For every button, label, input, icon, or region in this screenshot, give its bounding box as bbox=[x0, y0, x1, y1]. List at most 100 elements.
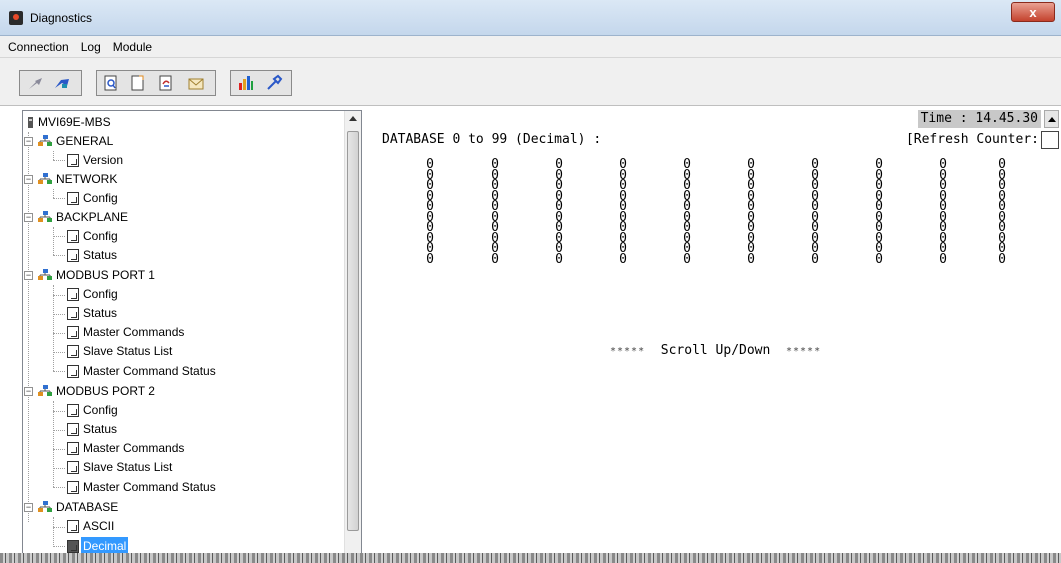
tree-node-label: GENERAL bbox=[56, 134, 114, 148]
refresh-icon[interactable] bbox=[157, 74, 175, 92]
time-label: Time : 14.45.30 bbox=[917, 110, 1041, 128]
tree-scrollbar[interactable] bbox=[344, 111, 361, 561]
find-icon[interactable] bbox=[102, 74, 120, 92]
tree-guide bbox=[53, 236, 65, 237]
tree-leaf-label: Version bbox=[83, 153, 124, 167]
refresh-counter-value bbox=[1041, 131, 1059, 149]
document-icon bbox=[67, 423, 79, 436]
database-cell: 0 bbox=[683, 251, 691, 267]
tree-guide bbox=[53, 151, 54, 160]
app-icon bbox=[9, 11, 23, 25]
module-tree[interactable]: MVI69E-MBS − GENERAL Version − NETWORK C… bbox=[22, 110, 362, 562]
database-cell: 0 bbox=[939, 251, 947, 267]
tree-guide bbox=[53, 546, 65, 547]
document-icon bbox=[67, 404, 79, 417]
tree-guide bbox=[53, 487, 65, 488]
document-icon bbox=[67, 307, 79, 320]
tree-node-label: NETWORK bbox=[56, 172, 118, 186]
document-icon bbox=[67, 288, 79, 301]
tree-guide bbox=[53, 285, 54, 371]
mail-icon[interactable] bbox=[187, 74, 205, 92]
tree-leaf-label: Config bbox=[83, 191, 118, 205]
tree-leaf-label: Status bbox=[83, 306, 118, 320]
document-icon bbox=[67, 154, 79, 167]
document-icon bbox=[67, 365, 79, 378]
tree-guide bbox=[53, 517, 54, 545]
document-icon bbox=[67, 249, 79, 262]
tree-node-label: BACKPLANE bbox=[56, 210, 129, 224]
collapse-icon[interactable]: − bbox=[24, 271, 33, 280]
collapse-icon[interactable]: − bbox=[24, 175, 33, 184]
network-node-icon bbox=[38, 269, 52, 280]
network-node-icon bbox=[38, 501, 52, 512]
diagnostics-console: Time : 14.45.30 DATABASE 0 to 99 (Decima… bbox=[372, 110, 1061, 563]
document-icon bbox=[67, 192, 79, 205]
network-node-icon bbox=[38, 135, 52, 146]
tree-root-label: MVI69E-MBS bbox=[38, 115, 111, 129]
tree-guide bbox=[53, 255, 65, 256]
tree-guide bbox=[53, 411, 65, 412]
window-title: Diagnostics bbox=[30, 11, 93, 25]
tree-leaf-label: ASCII bbox=[83, 519, 115, 533]
database-cell: 0 bbox=[811, 251, 819, 267]
database-cell: 0 bbox=[555, 251, 563, 267]
database-cell: 0 bbox=[426, 251, 434, 267]
tree-guide bbox=[53, 430, 65, 431]
tree-guide bbox=[53, 295, 65, 296]
document-icon bbox=[67, 481, 79, 494]
scroll-up-button[interactable] bbox=[1044, 110, 1059, 128]
tree-node-label: DATABASE bbox=[56, 500, 119, 514]
network-node-icon bbox=[38, 173, 52, 184]
tree-leaf-label: Config bbox=[83, 229, 118, 243]
menu-connection[interactable]: Connection bbox=[2, 36, 75, 54]
tree-guide bbox=[53, 468, 65, 469]
tree-guide bbox=[53, 227, 54, 255]
database-cell: 0 bbox=[998, 251, 1006, 267]
title-bar: Diagnostics x bbox=[0, 0, 1061, 36]
close-button[interactable]: x bbox=[1011, 2, 1055, 22]
tree-leaf-label: Config bbox=[83, 403, 118, 417]
status-strip bbox=[0, 553, 1061, 563]
tools-icon[interactable] bbox=[265, 74, 283, 92]
collapse-icon[interactable]: − bbox=[24, 213, 33, 222]
menu-log[interactable]: Log bbox=[75, 36, 107, 54]
toolbar bbox=[0, 58, 1061, 106]
document-icon bbox=[67, 520, 79, 533]
tree-node-label: MODBUS PORT 2 bbox=[56, 384, 155, 398]
document-icon bbox=[67, 442, 79, 455]
tree-guide bbox=[53, 314, 65, 315]
refresh-counter-label: [Refresh Counter: bbox=[905, 132, 1039, 147]
tree-leaf-label: Master Commands bbox=[83, 325, 185, 339]
tree-guide bbox=[53, 371, 65, 372]
tree-guide bbox=[53, 401, 54, 487]
tree-node-label: MODBUS PORT 1 bbox=[56, 268, 155, 282]
scrollbar-thumb[interactable] bbox=[347, 131, 359, 531]
tree-guide bbox=[53, 189, 54, 198]
document-icon bbox=[67, 345, 79, 358]
database-header: DATABASE 0 to 99 (Decimal) : bbox=[382, 132, 602, 147]
scroll-stars-left: ***** bbox=[610, 346, 646, 357]
tree-guide bbox=[53, 352, 65, 353]
scroll-message: ***** Scroll Up/Down ***** bbox=[610, 343, 821, 358]
database-cell: 0 bbox=[491, 251, 499, 267]
tree-node-general[interactable]: − GENERAL bbox=[23, 132, 343, 151]
toolbar-group-tools bbox=[230, 70, 292, 96]
collapse-icon[interactable]: − bbox=[24, 387, 33, 396]
tree-guide bbox=[53, 527, 65, 528]
scroll-text: Scroll Up/Down bbox=[660, 343, 771, 358]
bar-chart-icon[interactable] bbox=[237, 74, 255, 92]
disconnect-icon[interactable] bbox=[26, 74, 44, 92]
connect-icon[interactable] bbox=[53, 74, 71, 92]
collapse-icon[interactable]: − bbox=[24, 503, 33, 512]
scroll-up-arrow-icon[interactable] bbox=[349, 116, 357, 121]
menu-module[interactable]: Module bbox=[107, 36, 158, 54]
document-icon bbox=[67, 326, 79, 339]
collapse-icon[interactable]: − bbox=[24, 137, 33, 146]
new-document-icon[interactable] bbox=[129, 74, 147, 92]
tree-leaf-label: Slave Status List bbox=[83, 460, 173, 474]
toolbar-group-connection bbox=[19, 70, 82, 96]
toolbar-group-document bbox=[96, 70, 216, 96]
tree-leaf-label: Config bbox=[83, 287, 118, 301]
tree-leaf-label: Status bbox=[83, 248, 118, 262]
document-icon bbox=[67, 461, 79, 474]
